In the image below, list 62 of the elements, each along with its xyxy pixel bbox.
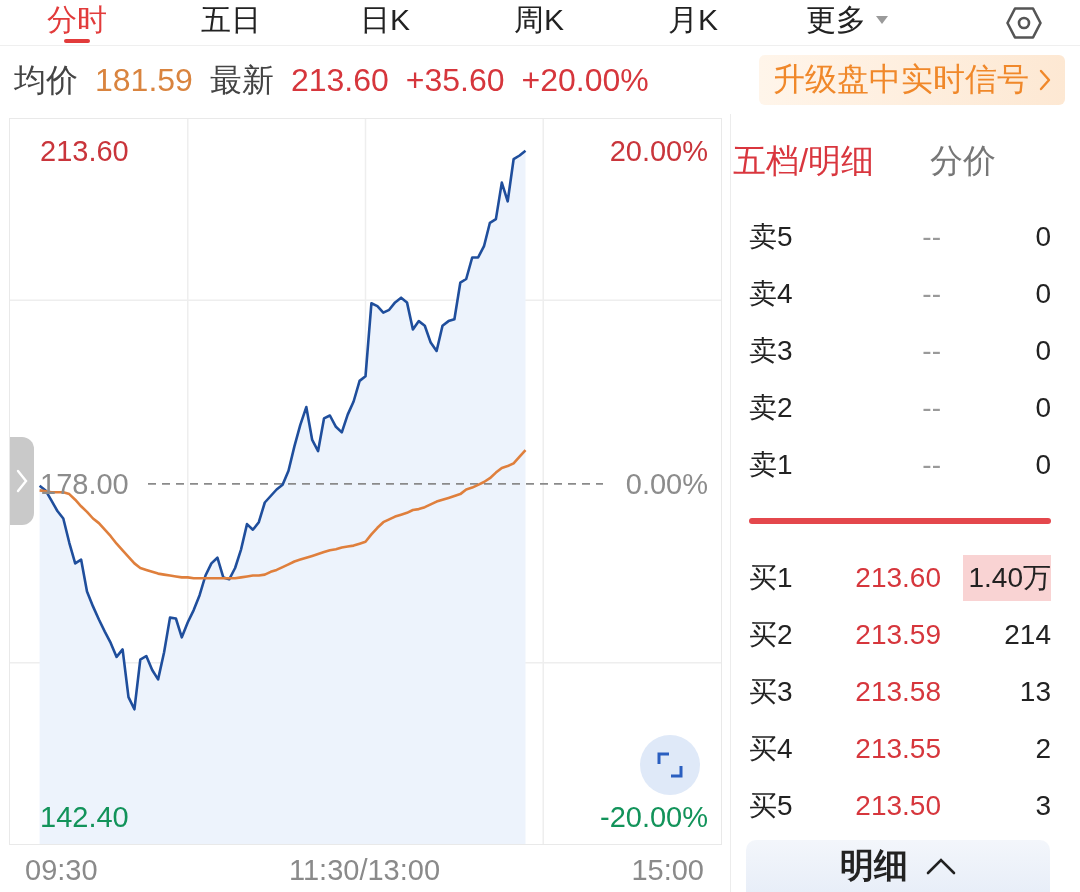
ask-price-cell-text: --	[921, 391, 941, 424]
bid-level-label: 买1	[749, 560, 794, 595]
bid-volume-cell-text: 214	[1003, 617, 1051, 652]
ask-volume-cell-text: 0	[1034, 276, 1051, 311]
average-price-label: 均价	[14, 61, 78, 100]
time-axis-label: 15:00	[631, 853, 704, 887]
ask-price-cell-text: --	[921, 220, 941, 253]
period-tab[interactable]: 日K	[308, 0, 462, 45]
ask-level-label: 卖1	[749, 447, 794, 482]
price-change-value: +35.60	[405, 61, 505, 100]
ask-volume-cell-text: 0	[1034, 390, 1051, 425]
period-tab[interactable]: 周K	[462, 0, 616, 45]
chevron-right-icon	[16, 469, 28, 493]
settings-icon[interactable]	[1006, 6, 1042, 39]
bid-level-label: 买5	[749, 788, 794, 823]
bid-volume-cell-text: 3	[1034, 788, 1051, 823]
fullscreen-icon	[657, 752, 683, 778]
average-price-value: 181.59	[95, 61, 193, 100]
order-book-tab[interactable]: 五档/明细	[733, 141, 875, 181]
period-tab[interactable]: 五日	[154, 0, 308, 45]
period-tab[interactable]: 月K	[616, 0, 770, 45]
latest-price-value: 213.60	[290, 61, 389, 100]
ask-volume-cell-text: 0	[1034, 447, 1051, 482]
ask-level-label: 卖4	[749, 276, 794, 311]
time-axis-label: 09:30	[25, 853, 98, 887]
percent-axis-label: -20.00%	[600, 799, 708, 834]
details-button[interactable]: 明细	[746, 840, 1050, 892]
bid-level-label: 买3	[749, 674, 794, 709]
ask-price-cell-text: --	[921, 448, 941, 481]
bid-price-cell-text: 213.60	[854, 561, 941, 594]
period-tab[interactable]: 分时	[0, 0, 154, 45]
ask-level-label: 卖5	[749, 219, 794, 254]
ask-level-label: 卖2	[749, 390, 794, 425]
ask-volume-cell-text: 0	[1034, 219, 1051, 254]
bid-volume-cell-text: 13	[1018, 674, 1051, 709]
bid-price-cell-text: 213.50	[854, 789, 941, 822]
percent-axis-label: 0.00%	[625, 466, 708, 501]
bid-volume-cell: 1.40万	[962, 554, 1051, 601]
bid-volume-cell-text: 2	[1034, 731, 1051, 766]
latest-price-label: 最新	[209, 61, 274, 100]
caret-down-icon	[876, 15, 888, 24]
bid-price-cell-text: 213.55	[854, 732, 941, 765]
order-book-tab[interactable]: 分价	[930, 141, 997, 181]
bid-price-cell-text: 213.58	[854, 675, 941, 708]
price-axis-label: 213.60	[40, 133, 129, 168]
price-axis-label: 178.00	[40, 466, 129, 501]
ask-level-label: 卖3	[749, 333, 794, 368]
period-tab[interactable]: 更多	[770, 0, 924, 45]
side-panel-handle[interactable]	[10, 437, 34, 525]
percent-axis-label: 20.00%	[609, 133, 708, 168]
ask-volume-cell-text: 0	[1034, 333, 1051, 368]
time-axis-label: 11:30/13:00	[289, 853, 440, 887]
bid-level-label: 买4	[749, 731, 794, 766]
ask-price-cell-text: --	[921, 277, 941, 310]
ask-price-cell-text: --	[921, 334, 941, 367]
percent-change-value: +20.00%	[521, 61, 649, 100]
bid-price-cell-text: 213.59	[854, 618, 941, 651]
bid-level-label: 买2	[749, 617, 794, 652]
price-axis-label: 142.40	[40, 799, 129, 834]
chevron-up-icon	[926, 857, 956, 875]
fullscreen-button[interactable]	[640, 735, 700, 795]
chevron-right-icon	[1039, 69, 1051, 91]
